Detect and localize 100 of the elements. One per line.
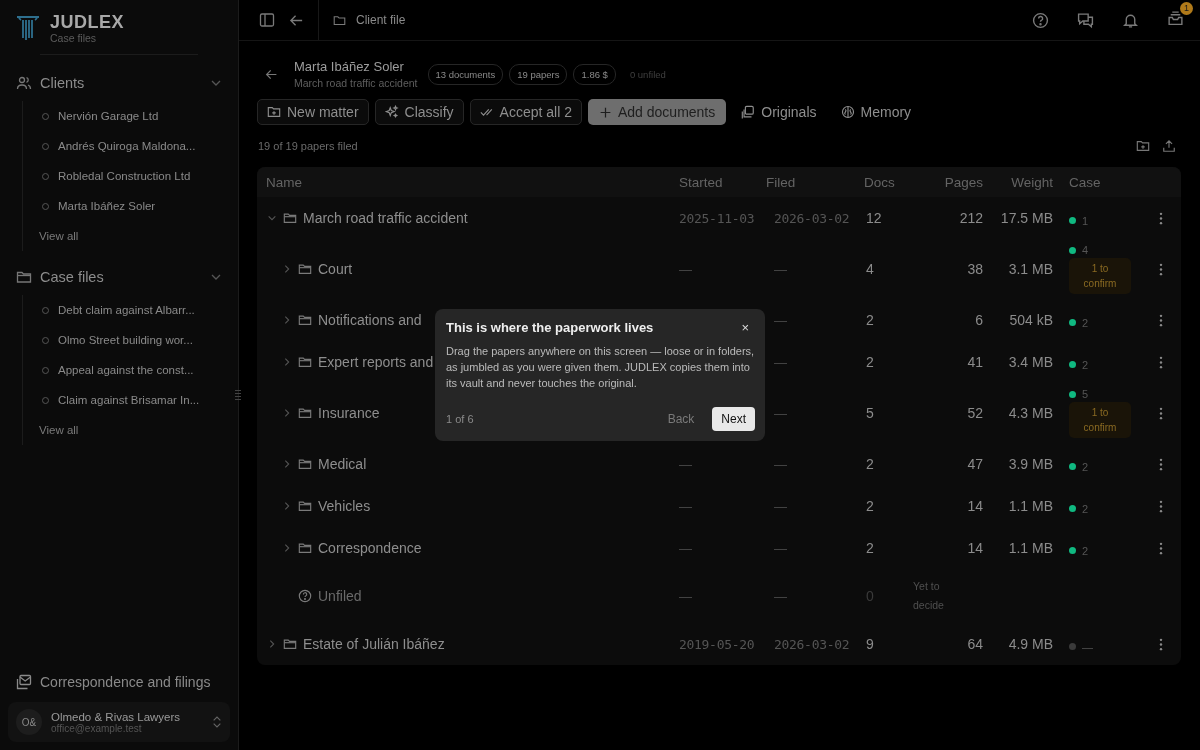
folder-name[interactable]: Notifications and bbox=[318, 312, 422, 328]
toolbar-button[interactable]: Originals bbox=[732, 99, 826, 125]
mail-stack-icon bbox=[16, 674, 32, 690]
matter-name: March road traffic accident bbox=[294, 77, 418, 89]
more-options-icon[interactable] bbox=[1159, 262, 1163, 276]
folder-plus-icon[interactable] bbox=[1136, 139, 1150, 153]
more-options-icon[interactable] bbox=[1159, 313, 1163, 327]
file-size: 3.1 MB bbox=[1008, 261, 1053, 277]
correspondence-link[interactable]: Correspondence and filings bbox=[40, 674, 211, 690]
file-size: 4.3 MB bbox=[1008, 405, 1053, 421]
case-count: 1 bbox=[1082, 214, 1089, 227]
sidebar-item[interactable]: Andrés Quiroga Maldona... bbox=[39, 131, 238, 161]
section-title[interactable]: Clients bbox=[40, 75, 202, 91]
pages-count: 41 bbox=[967, 354, 983, 370]
toolbar-button[interactable]: Memory bbox=[831, 99, 921, 125]
sidebar-item[interactable]: Olmo Street building wor... bbox=[39, 325, 238, 355]
column-header[interactable]: Docs bbox=[856, 174, 906, 190]
column-header[interactable]: Pages bbox=[906, 174, 991, 190]
column-header[interactable]: Filed bbox=[766, 174, 856, 190]
folder-name[interactable]: Unfiled bbox=[318, 588, 362, 604]
folder-name[interactable]: March road traffic accident bbox=[303, 210, 468, 226]
sidebar-item[interactable]: Claim against Brisamar In... bbox=[39, 385, 238, 415]
column-header[interactable]: Weight bbox=[991, 174, 1061, 190]
folder-icon bbox=[333, 13, 346, 27]
case-count: 2 bbox=[1082, 316, 1089, 329]
docs-count: 4 bbox=[866, 261, 874, 277]
column-header[interactable]: Case bbox=[1061, 174, 1141, 190]
more-options-icon[interactable] bbox=[1159, 499, 1163, 513]
file-size: 1.1 MB bbox=[1008, 498, 1053, 514]
case-count: 2 bbox=[1082, 358, 1089, 371]
back-button[interactable]: Back bbox=[661, 411, 701, 427]
toolbar-button[interactable]: Accept all 2 bbox=[469, 99, 582, 125]
toolbar-button[interactable]: Classify bbox=[374, 99, 464, 125]
copies-icon bbox=[741, 105, 756, 119]
file-size: 3.4 MB bbox=[1008, 354, 1053, 370]
more-options-icon[interactable] bbox=[1159, 637, 1163, 651]
docs-count: 2 bbox=[866, 312, 874, 328]
more-options-icon[interactable] bbox=[1159, 355, 1163, 369]
sidebar-item[interactable]: Debt claim against Albarr... bbox=[39, 295, 238, 325]
view-all-link[interactable]: View all bbox=[39, 221, 238, 251]
pages-count: 52 bbox=[967, 405, 983, 421]
confirm-badge[interactable]: 1 to confirm bbox=[1069, 402, 1131, 438]
started-date: — bbox=[678, 541, 692, 556]
filed-date: — bbox=[773, 457, 787, 472]
folder-name[interactable]: Estate of Julián Ibáñez bbox=[303, 636, 445, 652]
more-options-icon[interactable] bbox=[1159, 541, 1163, 555]
section-title[interactable]: Case files bbox=[40, 269, 202, 285]
upload-icon[interactable] bbox=[1162, 139, 1176, 153]
sidebar-item[interactable]: Nervión Garage Ltd bbox=[39, 101, 238, 131]
folder-name[interactable]: Court bbox=[318, 261, 353, 277]
file-size: 4.9 MB bbox=[1008, 636, 1053, 652]
account-switcher[interactable]: O& Olmedo & Rivas Lawyers office@example.test bbox=[8, 702, 230, 742]
filed-date: — bbox=[773, 313, 787, 328]
people-icon bbox=[16, 75, 32, 91]
more-options-icon[interactable] bbox=[1159, 406, 1163, 420]
notification-count: 1 bbox=[1180, 1, 1193, 15]
more-options-icon[interactable] bbox=[1159, 457, 1163, 471]
folder-icon bbox=[298, 313, 312, 327]
file-size: 17.5 MB bbox=[1000, 210, 1053, 226]
back-arrow-icon[interactable] bbox=[265, 67, 278, 81]
pages-count: 47 bbox=[967, 456, 983, 472]
column-header[interactable]: Started bbox=[671, 174, 766, 190]
folder-name[interactable]: Medical bbox=[318, 456, 367, 472]
docs-count: 2 bbox=[866, 456, 874, 472]
folder-name[interactable]: Insurance bbox=[318, 405, 380, 421]
sidebar-toggle-icon[interactable] bbox=[259, 12, 275, 28]
view-all-link[interactable]: View all bbox=[39, 415, 238, 445]
plus-icon bbox=[598, 105, 612, 119]
filed-date: — bbox=[773, 589, 787, 604]
count-chip: 13 documents bbox=[427, 63, 504, 85]
folder-name[interactable]: Correspondence bbox=[318, 540, 422, 556]
next-button[interactable]: Next bbox=[712, 407, 755, 431]
pages-count: 212 bbox=[959, 210, 983, 226]
close-button[interactable]: × bbox=[735, 320, 755, 335]
folder-icon bbox=[298, 541, 312, 555]
filed-date: — bbox=[773, 541, 787, 556]
sidebar-item[interactable]: Robledal Construction Ltd bbox=[39, 161, 238, 191]
confirm-badge[interactable]: 1 to confirm bbox=[1069, 258, 1131, 294]
breadcrumb[interactable]: Client file bbox=[356, 13, 406, 27]
app-name: JUDLEX bbox=[50, 12, 124, 32]
toolbar-button[interactable]: New matter bbox=[257, 99, 369, 125]
pages-count: 64 bbox=[967, 636, 983, 652]
column-header[interactable]: Name bbox=[257, 174, 671, 190]
started-date: — bbox=[678, 589, 692, 604]
file-size: 3.9 MB bbox=[1008, 456, 1053, 472]
avatar-initials: O& bbox=[16, 709, 42, 735]
case-count: 4 bbox=[1082, 244, 1089, 256]
started-date: — bbox=[678, 499, 692, 514]
count-chip: 19 papers bbox=[509, 63, 568, 85]
toolbar-button[interactable]: Add documents bbox=[587, 99, 727, 125]
filed-date: 2026-03-02 bbox=[773, 637, 850, 652]
folder-name[interactable]: Vehicles bbox=[318, 498, 371, 514]
resize-handle[interactable] bbox=[235, 390, 241, 400]
inbox-stack-icon[interactable] bbox=[1167, 9, 1184, 27]
sidebar-item[interactable]: Appeal against the const... bbox=[39, 355, 238, 385]
pages-count: 14 bbox=[967, 498, 983, 514]
folder-name[interactable]: Expert reports and bbox=[318, 354, 434, 370]
filed-date: — bbox=[773, 406, 787, 421]
sidebar-item[interactable]: Marta Ibáñez Soler bbox=[39, 191, 238, 221]
more-options-icon[interactable] bbox=[1159, 211, 1163, 225]
